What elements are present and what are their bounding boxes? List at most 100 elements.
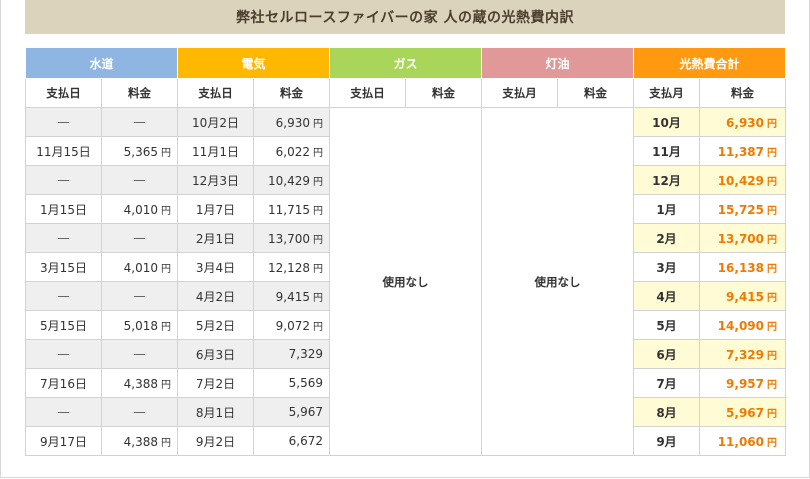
yen-unit: 円 [161,263,171,275]
water-payment-date: 3月15日 [25,252,102,282]
yen-unit: 円 [313,205,323,217]
water-fee: — [101,165,178,195]
electric-payment-date: 6月3日 [177,339,254,369]
electric-fee-value: 6,930 [275,115,310,130]
group-header-electric: 電気 [177,47,330,79]
column-header: 支払日 [329,78,406,108]
electric-fee-value: 9,072 [275,318,310,333]
water-payment-date: — [25,339,102,369]
group-header-gas: ガス [329,47,482,79]
total-fee-value: 5,967 [726,405,764,420]
electric-fee: 6,022 円 [253,136,330,166]
yen-unit: 円 [767,118,777,130]
electric-payment-date: 10月2日 [177,107,254,137]
column-header: 料金 [101,78,178,108]
total-month: 4月 [633,281,700,311]
electric-fee-value: 10,429 [268,173,310,188]
yen-unit: 円 [767,205,777,217]
yen-unit: 円 [767,408,777,420]
electric-payment-date: 3月4日 [177,252,254,282]
yen-unit: 円 [313,234,323,246]
electric-fee: 13,700 円 [253,223,330,253]
electric-payment-date: 9月2日 [177,426,254,456]
total-fee: 11,387 円 [699,136,786,166]
yen-unit: 円 [313,321,323,333]
yen-unit: 円 [767,292,777,304]
water-fee-value: 4,388 [123,376,158,391]
total-month: 5月 [633,310,700,340]
water-payment-date: 1月15日 [25,194,102,224]
group-header-total: 光熱費合計 [633,47,786,79]
utility-cost-table: 水道 電気 ガス 灯油 光熱費合計 支払日 料金 支払日 料金 支払日 料金 支払月 料金 支払月 料金 … [25,47,786,456]
total-fee: 11,060 円 [699,426,786,456]
total-month: 10月 [633,107,700,137]
electric-payment-date: 7月2日 [177,368,254,398]
total-month: 6月 [633,339,700,369]
water-fee-value: 4,010 [123,202,158,217]
column-header: 支払月 [633,78,700,108]
yen-unit: 円 [767,263,777,275]
total-month: 2月 [633,223,700,253]
electric-payment-date: 12月3日 [177,165,254,195]
yen-unit: 円 [161,379,171,391]
water-fee: — [101,223,178,253]
column-header: 料金 [699,78,786,108]
electric-fee: 7,329 [253,339,330,369]
electric-payment-date: 8月1日 [177,397,254,427]
total-fee: 15,725 円 [699,194,786,224]
column-header: 支払月 [481,78,558,108]
water-fee-value: 4,388 [123,434,158,449]
total-month: 3月 [633,252,700,282]
water-payment-date: 7月16日 [25,368,102,398]
electric-fee-value: 6,022 [275,144,310,159]
electric-payment-date: 2月1日 [177,223,254,253]
total-fee: 10,429 円 [699,165,786,195]
yen-unit: 円 [767,176,777,188]
total-fee: 5,967 円 [699,397,786,427]
total-fee: 6,930 円 [699,107,786,137]
total-fee-value: 14,090 [717,318,764,333]
group-header-row: 水道 電気 ガス 灯油 光熱費合計 [25,47,786,79]
water-fee-value: 5,365 [123,144,158,159]
yen-unit: 円 [313,263,323,275]
yen-unit: 円 [161,205,171,217]
electric-fee: 5,569 [253,368,330,398]
water-fee: 4,388 円 [101,368,178,398]
total-fee-value: 7,329 [726,347,764,362]
electric-fee: 10,429 円 [253,165,330,195]
total-fee: 13,700 円 [699,223,786,253]
water-payment-date: 5月15日 [25,310,102,340]
yen-unit: 円 [313,118,323,130]
total-fee: 16,138 円 [699,252,786,282]
page-title: 弊社セルロースファイバーの家 人の蔵の光熱費内訳 [25,0,785,34]
yen-unit: 円 [767,350,777,362]
sub-header-row: 支払日 料金 支払日 料金 支払日 料金 支払月 料金 支払月 料金 [25,78,786,108]
gas-unused: 使用なし [329,107,482,456]
total-fee: 9,957 円 [699,368,786,398]
total-fee-value: 13,700 [717,231,764,246]
yen-unit: 円 [767,437,777,449]
electric-fee-value: 11,715 [268,202,310,217]
total-fee: 14,090 円 [699,310,786,340]
water-fee: 5,018 円 [101,310,178,340]
water-fee: — [101,397,178,427]
yen-unit: 円 [313,147,323,159]
total-fee-value: 11,387 [717,144,764,159]
yen-unit: 円 [767,379,777,391]
water-fee: — [101,281,178,311]
yen-unit: 円 [767,234,777,246]
electric-fee-value: 5,569 [288,376,323,390]
column-header: 支払日 [177,78,254,108]
water-fee: 4,010 円 [101,194,178,224]
water-payment-date: 9月17日 [25,426,102,456]
yen-unit: 円 [313,176,323,188]
electric-fee: 11,715 円 [253,194,330,224]
total-month: 11月 [633,136,700,166]
group-header-water: 水道 [25,47,178,79]
kerosene-unused: 使用なし [481,107,634,456]
water-payment-date: 11月15日 [25,136,102,166]
column-header: 支払日 [25,78,102,108]
total-month: 7月 [633,368,700,398]
yen-unit: 円 [767,321,777,333]
electric-fee-value: 13,700 [268,231,310,246]
